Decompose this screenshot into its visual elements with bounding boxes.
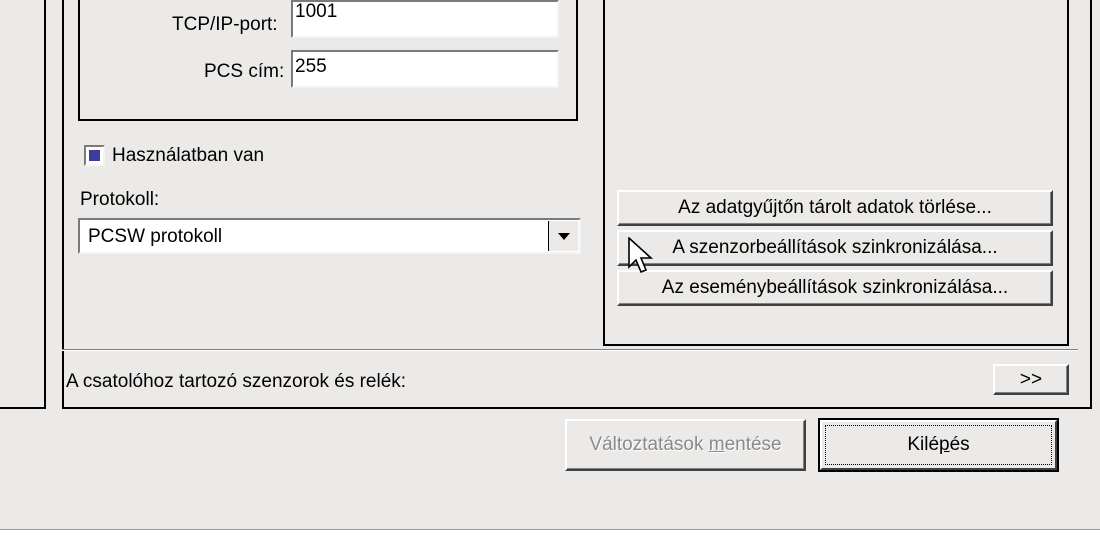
mouse-cursor-icon [628, 237, 654, 274]
exit-button[interactable]: Kilé p és [818, 418, 1059, 472]
chevron-down-icon [557, 232, 570, 240]
checkbox-check-mark [89, 150, 100, 161]
outer-frame-bottom-border [0, 407, 46, 409]
exit-label-suffix: és [949, 434, 970, 455]
sync-event-settings-button[interactable]: Az eseménybeállítások szinkronizálása... [617, 270, 1053, 306]
in-use-checkbox[interactable] [84, 145, 105, 166]
panel-left-border [62, 0, 64, 409]
save-changes-label-prefix: Változtatások [589, 434, 709, 455]
panel-right-border [1090, 0, 1092, 409]
in-use-label: Használatban van [112, 145, 265, 166]
panel-bottom-border [62, 407, 1092, 409]
tcp-port-label: TCP/IP-port: [172, 14, 278, 35]
expand-sensors-button[interactable]: >> [993, 364, 1069, 395]
save-changes-button[interactable]: Változtatások m entése [565, 419, 806, 471]
pcs-address-label: PCS cím: [204, 61, 285, 82]
protocol-selected-value: PCSW protokoll [88, 226, 223, 247]
sensors-relays-label: A csatolóhoz tartozó szenzorok és relék: [66, 371, 407, 392]
save-changes-label-accelerator: m [708, 434, 725, 455]
outer-frame-left-border [44, 0, 46, 407]
protocol-label: Protokoll: [80, 189, 160, 210]
window-bottom-edge [0, 530, 1100, 542]
exit-label-prefix: Kilé [907, 434, 940, 455]
sensors-bar-separator-light [62, 350, 1078, 351]
pcs-address-input[interactable]: 255 [291, 50, 559, 88]
dropdown-button[interactable] [548, 221, 578, 251]
delete-collected-data-button[interactable]: Az adatgyűjtőn tárolt adatok törlése... [617, 190, 1053, 226]
protocol-select[interactable]: PCSW protokoll [78, 218, 581, 254]
tcp-port-input[interactable]: 1001 [291, 0, 559, 38]
save-changes-label-suffix: entése [724, 434, 782, 455]
exit-label-accelerator: p [939, 434, 950, 455]
sync-sensor-settings-button[interactable]: A szenzorbeállítások szinkronizálása... [617, 230, 1053, 266]
